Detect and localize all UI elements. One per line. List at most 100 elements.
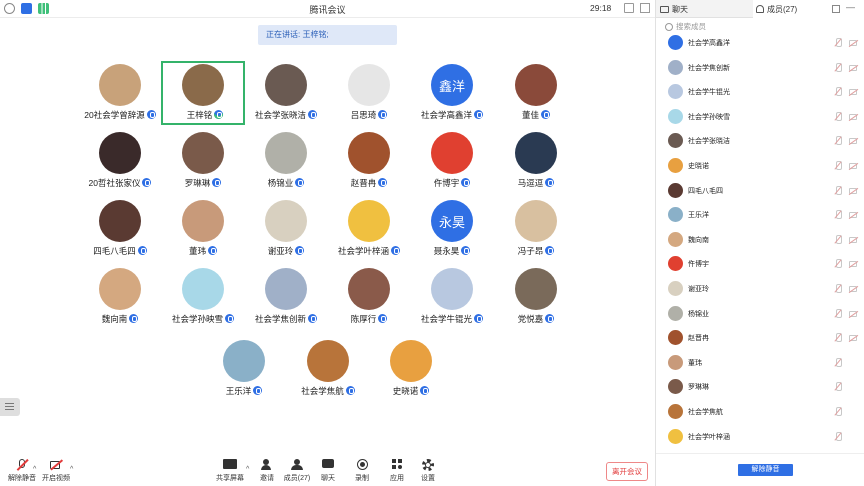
camera-off-icon[interactable] bbox=[849, 162, 857, 169]
participant-tile[interactable]: 董佳 bbox=[494, 61, 578, 125]
close-icon[interactable]: — bbox=[846, 2, 855, 12]
participant-tile[interactable]: 王梓铭 bbox=[161, 61, 245, 125]
list-item[interactable]: 魏向南 bbox=[656, 228, 864, 253]
unmute-all-button[interactable]: 解除静音 bbox=[738, 464, 793, 476]
participant-tile[interactable]: 党悦嘉 bbox=[494, 265, 578, 329]
participant-tile[interactable]: 吕思琦 bbox=[327, 61, 411, 125]
list-item[interactable]: 社会学焦航 bbox=[656, 400, 864, 425]
participant-tile[interactable]: 赵晋冉 bbox=[327, 129, 411, 193]
mic-muted-icon[interactable] bbox=[834, 38, 842, 48]
participant-tile[interactable]: 20社会学曾辞源 bbox=[78, 61, 162, 125]
list-item[interactable]: 四毛八毛四 bbox=[656, 179, 864, 204]
list-item[interactable]: 仵博宇 bbox=[656, 252, 864, 277]
participant-tile[interactable]: 四毛八毛四 bbox=[78, 197, 162, 261]
list-item[interactable]: 董玮 bbox=[656, 351, 864, 376]
list-item[interactable]: 赵晋冉 bbox=[656, 326, 864, 351]
list-item[interactable]: 社会学牛锟光 bbox=[656, 80, 864, 105]
participant-tile[interactable]: 陈厚行 bbox=[327, 265, 411, 329]
mic-muted-icon[interactable] bbox=[834, 111, 842, 122]
participant-tile[interactable]: 社会学焦航 bbox=[286, 337, 370, 401]
mic-muted-icon[interactable] bbox=[834, 333, 842, 343]
participant-tile[interactable]: 社会学焦创新 bbox=[244, 265, 328, 329]
participant-tile[interactable]: 永昊 聂永昊 bbox=[410, 197, 494, 261]
camera-off-icon[interactable] bbox=[849, 285, 857, 292]
leave-meeting-button[interactable]: 离开会议 bbox=[606, 462, 648, 481]
record-icon bbox=[355, 459, 369, 471]
list-item[interactable]: 社会学叶梓涵 bbox=[656, 425, 864, 446]
avatar bbox=[348, 132, 390, 174]
mic-muted-icon[interactable] bbox=[834, 87, 842, 97]
settings-button[interactable]: 设置 bbox=[408, 459, 448, 483]
mic-muted-icon[interactable] bbox=[834, 136, 842, 146]
participant-name-text: 20哲社张家仪 bbox=[88, 178, 141, 188]
camera-off-icon[interactable] bbox=[849, 212, 857, 219]
avatar bbox=[99, 132, 141, 174]
participant-tile[interactable]: 仵博宇 bbox=[410, 129, 494, 193]
participant-tile[interactable]: 社会学牛锟光 bbox=[410, 265, 494, 329]
camera-off-icon[interactable] bbox=[849, 89, 857, 96]
avatar bbox=[431, 268, 473, 310]
tab-chat[interactable]: 聊天 bbox=[660, 4, 688, 15]
mic-muted-icon[interactable] bbox=[834, 283, 842, 294]
popout-icon[interactable] bbox=[832, 5, 840, 13]
list-item[interactable]: 罗琳琳 bbox=[656, 375, 864, 400]
mic-muted-icon[interactable] bbox=[834, 62, 842, 73]
mic-muted-icon[interactable] bbox=[834, 382, 842, 392]
participant-name-text: 董佳 bbox=[521, 110, 539, 120]
list-item[interactable]: 社会学张晓洁 bbox=[656, 129, 864, 154]
participant-tile[interactable]: 社会学张晓洁 bbox=[244, 61, 328, 125]
mic-muted-icon[interactable] bbox=[834, 431, 842, 442]
camera-off-icon[interactable] bbox=[849, 113, 857, 120]
mic-muted-icon[interactable] bbox=[834, 259, 842, 269]
camera-off-icon[interactable] bbox=[849, 261, 857, 268]
camera-off-icon[interactable] bbox=[849, 310, 857, 317]
list-item[interactable]: 社会学焦创新 bbox=[656, 56, 864, 81]
mic-muted-icon[interactable] bbox=[834, 308, 842, 319]
list-item[interactable]: 谢亚玲 bbox=[656, 277, 864, 302]
camera-off-icon[interactable] bbox=[849, 64, 857, 71]
fullscreen-icon[interactable] bbox=[624, 3, 634, 13]
tab-members[interactable]: 成员(27) bbox=[756, 4, 797, 15]
participant-tile[interactable]: 谢亚玲 bbox=[244, 197, 328, 261]
meeting-timer: 29:18 bbox=[590, 3, 612, 13]
layout-icon[interactable] bbox=[640, 3, 650, 13]
camera-off-icon[interactable] bbox=[849, 335, 857, 342]
share-screen-button[interactable]: 共享屏幕 bbox=[210, 459, 250, 483]
participant-tile[interactable]: 鑫洋 社会学高鑫洋 bbox=[410, 61, 494, 125]
participant-tile[interactable]: 社会学孙映雪 bbox=[161, 265, 245, 329]
participant-tile[interactable]: 冯子昂 bbox=[494, 197, 578, 261]
participant-tile[interactable]: 马逗逗 bbox=[494, 129, 578, 193]
camera-off-icon[interactable] bbox=[849, 187, 857, 194]
participant-tile[interactable]: 王乐洋 bbox=[202, 337, 286, 401]
list-item[interactable]: 社会学高鑫洋 bbox=[656, 31, 864, 56]
participant-tile[interactable]: 社会学叶梓涵 bbox=[327, 197, 411, 261]
mic-icon bbox=[461, 246, 471, 255]
mic-muted-icon[interactable] bbox=[834, 210, 842, 220]
mic-muted-icon[interactable] bbox=[834, 357, 842, 368]
camera-off-icon[interactable] bbox=[849, 138, 857, 145]
participant-tile[interactable]: 魏向南 bbox=[78, 265, 162, 329]
mic-icon bbox=[541, 110, 550, 119]
list-item[interactable]: 王乐洋 bbox=[656, 203, 864, 228]
participant-tile[interactable]: 史晓诺 bbox=[369, 337, 453, 401]
participant-name-text: 社会学孙映雪 bbox=[171, 314, 223, 324]
mic-muted-icon[interactable] bbox=[834, 234, 842, 245]
participant-tile[interactable]: 20哲社张家仪 bbox=[78, 129, 162, 193]
mic-muted-icon[interactable] bbox=[834, 406, 842, 417]
camera-off-icon[interactable] bbox=[849, 40, 857, 46]
participant-tile[interactable]: 董玮 bbox=[161, 197, 245, 261]
participant-tile[interactable]: 杨锦业 bbox=[244, 129, 328, 193]
list-item[interactable]: 杨锦业 bbox=[656, 302, 864, 327]
avatar: 鑫洋 bbox=[431, 64, 473, 106]
participant-tile[interactable]: 罗琳琳 bbox=[161, 129, 245, 193]
mic-muted-icon[interactable] bbox=[834, 185, 842, 196]
avatar bbox=[182, 200, 224, 242]
mic-muted-icon[interactable] bbox=[834, 160, 842, 171]
list-item[interactable]: 社会学孙映雪 bbox=[656, 105, 864, 130]
list-item[interactable]: 史晓诺 bbox=[656, 154, 864, 179]
camera-off-icon[interactable] bbox=[849, 236, 857, 243]
mic-icon bbox=[545, 178, 555, 187]
side-toolbar-handle-icon[interactable] bbox=[0, 398, 20, 416]
video-options-chevron-icon[interactable]: ^ bbox=[70, 466, 73, 473]
record-button[interactable]: 录制 bbox=[342, 459, 382, 483]
